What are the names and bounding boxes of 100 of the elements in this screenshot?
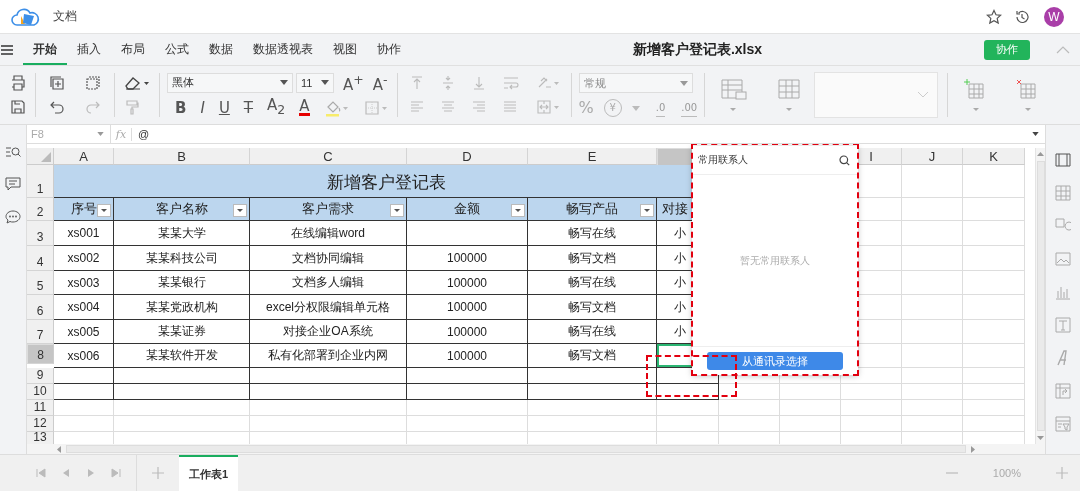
table-cell[interactable]: 客户名称	[114, 198, 250, 221]
text-align-icon[interactable]	[439, 99, 456, 115]
copy-icon[interactable]	[49, 75, 65, 91]
row-header[interactable]: 6	[27, 295, 54, 320]
horizontal-scrollbar[interactable]	[66, 445, 966, 453]
table-cell[interactable]: 100000	[407, 295, 528, 320]
cell-style-gallery[interactable]	[814, 72, 939, 118]
search-icon[interactable]	[839, 154, 850, 166]
formula-input[interactable]: @	[132, 128, 1032, 140]
select-all-corner[interactable]	[27, 148, 54, 165]
row-header[interactable]: 7	[27, 320, 54, 344]
frame-icon[interactable]	[1055, 152, 1071, 168]
format-painter-icon[interactable]	[124, 99, 140, 115]
user-avatar[interactable]: W	[1044, 6, 1064, 27]
table-cell[interactable]: xs006	[54, 344, 114, 368]
menu-tab[interactable]: 数据	[199, 34, 243, 65]
table-cell[interactable]: 金额	[407, 198, 528, 221]
table-cell[interactable]: 文档协同编辑	[250, 246, 407, 271]
sheet-tab[interactable]: 工作表1	[179, 455, 239, 491]
save-icon[interactable]	[10, 99, 26, 115]
format-button[interactable]: B	[175, 99, 187, 116]
increase-font-button[interactable]: A$^{+}$	[343, 72, 364, 93]
filter-icon[interactable]	[1055, 416, 1071, 432]
table-cell[interactable]: 某某大学	[114, 221, 250, 246]
table-cell[interactable]: 在线编辑word	[250, 221, 407, 246]
table-cell[interactable]: xs002	[54, 246, 114, 271]
table-cell[interactable]: 客户需求	[250, 198, 407, 221]
table-cell[interactable]: 畅写文档	[528, 246, 657, 271]
filter-dropdown-icon[interactable]	[640, 204, 654, 217]
caret-icon[interactable]	[631, 105, 640, 111]
format-button[interactable]: A$_{2}$	[267, 97, 286, 118]
menu-tab[interactable]: 布局	[111, 34, 155, 65]
last-sheet-icon[interactable]	[111, 468, 121, 478]
conditional-format-icon[interactable]	[720, 78, 749, 112]
table-cell[interactable]: 100000	[407, 246, 528, 271]
column-header[interactable]: D	[407, 148, 528, 165]
table-cell[interactable]: 畅写文档	[528, 344, 657, 368]
redo-icon[interactable]	[85, 99, 101, 115]
star-icon[interactable]	[986, 8, 1002, 25]
table-cell[interactable]: 100000	[407, 271, 528, 295]
search-list-icon[interactable]	[5, 145, 21, 159]
column-header[interactable]: B	[114, 148, 250, 165]
table-cell[interactable]: 某某软件开发	[114, 344, 250, 368]
filter-dropdown-icon[interactable]	[233, 204, 247, 217]
chat-icon[interactable]	[5, 209, 21, 225]
font-size-select[interactable]: 11	[296, 72, 334, 93]
row-header[interactable]: 3	[27, 221, 54, 246]
table-cell[interactable]: 序号	[54, 198, 114, 221]
format-button[interactable]: I	[200, 99, 205, 116]
shapes-icon[interactable]	[1055, 218, 1071, 234]
column-header[interactable]: E	[528, 148, 657, 165]
row-header[interactable]: 8	[27, 344, 54, 364]
table-cell[interactable]: 私有化部署到企业内网	[250, 344, 407, 368]
eraser-icon[interactable]	[124, 75, 150, 91]
column-header[interactable]: C	[250, 148, 407, 165]
format-button[interactable]: A	[299, 99, 310, 116]
table-cell[interactable]	[250, 384, 407, 400]
text-align-icon[interactable]	[501, 99, 518, 115]
wrap-text-icon[interactable]	[501, 75, 520, 91]
comment-icon[interactable]	[5, 177, 21, 191]
collapse-icon[interactable]	[1056, 45, 1070, 54]
vertical-scrollbar[interactable]	[1036, 161, 1045, 431]
menu-tab[interactable]: 数据透视表	[243, 34, 323, 65]
column-header[interactable]: J	[902, 148, 963, 165]
history-icon[interactable]	[1014, 8, 1030, 25]
menu-tab[interactable]: 插入	[67, 34, 111, 65]
table-cell[interactable]	[407, 221, 528, 246]
table-cell[interactable]: 某某科技公司	[114, 246, 250, 271]
previous-sheet-icon[interactable]	[61, 468, 71, 478]
table-cell[interactable]: 畅写产品	[528, 198, 657, 221]
table-cell[interactable]	[407, 368, 528, 384]
chart-icon[interactable]	[1055, 284, 1071, 300]
expand-caret-icon[interactable]	[1032, 132, 1039, 136]
image-icon[interactable]	[1055, 251, 1071, 267]
choose-from-contacts-button[interactable]: 从通讯录选择	[707, 352, 843, 370]
undo-icon[interactable]	[49, 99, 65, 115]
scroll-down-icon[interactable]	[1036, 433, 1045, 442]
table-cell[interactable]	[54, 384, 114, 400]
row-header[interactable]: 1	[27, 165, 54, 198]
table-cell[interactable]: xs003	[54, 271, 114, 295]
scroll-right-icon[interactable]	[968, 444, 977, 454]
format-button[interactable]: U	[218, 99, 230, 116]
table-cell[interactable]: 文档多人编辑	[250, 271, 407, 295]
table-cell[interactable]: 畅写文档	[528, 295, 657, 320]
first-sheet-icon[interactable]	[36, 468, 46, 478]
font-select[interactable]: 黑体	[167, 72, 293, 93]
table-cell[interactable]: 某某党政机构	[114, 295, 250, 320]
text-align-icon[interactable]	[470, 99, 487, 115]
filter-dropdown-icon[interactable]	[97, 204, 111, 217]
table-cell[interactable]: 畅写在线	[528, 320, 657, 344]
table-cell[interactable]: 100000	[407, 344, 528, 368]
border-icon[interactable]	[363, 99, 390, 116]
menu-tab[interactable]: 协作	[367, 34, 411, 65]
table-cell[interactable]	[528, 368, 657, 384]
scroll-up-icon[interactable]	[1036, 150, 1045, 159]
next-sheet-icon[interactable]	[86, 468, 96, 478]
table-cell[interactable]: xs005	[54, 320, 114, 344]
row-header[interactable]: 11	[27, 400, 54, 416]
filter-dropdown-icon[interactable]	[390, 204, 404, 217]
scroll-left-icon[interactable]	[55, 444, 64, 454]
